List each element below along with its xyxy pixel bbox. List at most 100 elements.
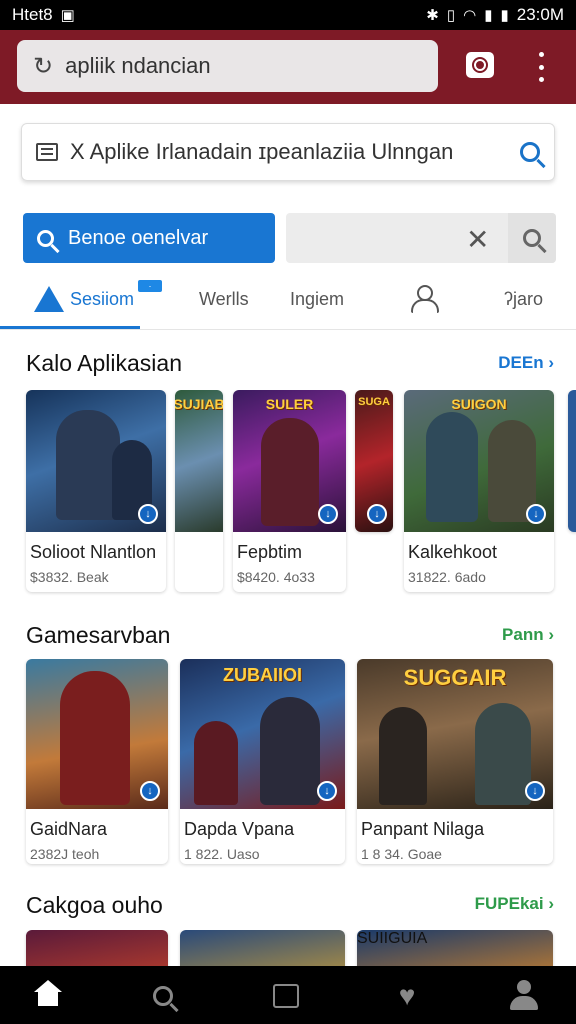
app-artwork: SUJIAB <box>175 390 223 532</box>
search-icon[interactable] <box>520 142 540 162</box>
app-artwork: SUIGON ↓ <box>404 390 554 532</box>
app-logo: SUIGON <box>451 396 507 412</box>
photo-icon: ▣ <box>60 7 75 24</box>
section-title: Kalo Aplikasian <box>26 350 182 376</box>
profile-icon[interactable] <box>506 978 542 1014</box>
app-search-field[interactable]: X Aplike Irlanadain ɪpeanlaziia Ulnngan <box>21 123 555 181</box>
category-card[interactable] <box>180 930 345 966</box>
search-action-label: Benoe oenelvar <box>68 226 209 249</box>
search-icon <box>523 229 541 247</box>
section-more-link[interactable]: Pann › <box>502 625 554 645</box>
app-search-text: X Aplike Irlanadain ɪpeanlaziia Ulnngan <box>70 139 454 164</box>
search-action-button[interactable]: Benoe oenelvar <box>23 213 275 263</box>
store-nav-button[interactable] <box>268 978 304 1014</box>
app-name: Fepbtim <box>237 542 303 562</box>
tab-badge: · <box>138 280 162 292</box>
category-card[interactable] <box>26 930 168 966</box>
secondary-search-input[interactable]: ✕ <box>286 213 556 263</box>
app-row: ↓ Solioot Nlantlon $3832. Beak SUJIAB SU… <box>0 390 576 600</box>
game-logo: SUGGAIR <box>403 665 507 690</box>
tab-account[interactable] <box>410 270 439 328</box>
tab-label: Werlls <box>199 288 249 309</box>
app-card[interactable]: SUIGON ↓ Kalkehkoot 31822. 6ado <box>404 390 554 592</box>
search-icon <box>153 986 173 1006</box>
category-tabs: Sesiiom Werlls Ingiem ʔjaro <box>0 270 576 330</box>
game-artwork: ↓ <box>26 659 168 809</box>
tab-werlls[interactable]: Werlls <box>199 270 249 328</box>
store-icon <box>273 984 299 1008</box>
app-card[interactable]: ↓ Solioot Nlantlon $3832. Beak <box>26 390 166 592</box>
section-more-link[interactable]: FUPEkai › <box>475 894 554 914</box>
clear-icon[interactable]: ✕ <box>466 223 489 256</box>
tab-ingiem[interactable]: Ingiem <box>290 270 344 328</box>
person-icon <box>410 285 439 313</box>
game-row: ↓ GaidNara 2382J teoh ZUBAIIOI ↓ Dapda V… <box>0 659 576 869</box>
install-badge-icon: ↓ <box>317 781 337 801</box>
tab-label: Sesiiom <box>70 288 135 309</box>
bluetooth-icon: ✱ <box>426 7 439 24</box>
app-artwork: SUGA ↓ <box>355 390 393 532</box>
app-card[interactable]: SULER ↓ Fepbtim $8420. 4o33 <box>233 390 346 592</box>
bottom-navigation: ♥ <box>0 966 576 1024</box>
game-card[interactable]: ZUBAIIOI ↓ Dapda Vpana 1 822. Uaso <box>180 659 345 864</box>
section-more-link[interactable]: DEEn › <box>498 353 554 373</box>
game-name: GaidNara <box>30 819 108 839</box>
secondary-search-button[interactable] <box>508 213 556 263</box>
install-badge-icon: ↓ <box>318 504 338 524</box>
store-logo-icon <box>34 286 64 312</box>
install-badge-icon: ↓ <box>525 781 545 801</box>
app-logo: SULER <box>265 396 314 412</box>
home-icon[interactable] <box>30 978 66 1014</box>
app-logo: SUJIAB <box>175 396 223 412</box>
game-artwork: SUGGAIR ↓ <box>357 659 553 809</box>
address-text: apliik ndancian <box>65 53 211 78</box>
status-bar: Htet8 ▣ ✱ ▯ ◠ ▮ ▮ 23:0M <box>0 0 576 30</box>
tab-sesiiom[interactable]: Sesiiom <box>34 270 134 328</box>
game-meta: 1 822. Uaso <box>184 846 260 862</box>
tab-label: Ingiem <box>290 288 345 309</box>
wifi-icon: ◠ <box>463 7 477 24</box>
tab-label: ʔjaro <box>504 288 544 309</box>
category-row: SUIIGUIA <box>0 930 576 966</box>
reload-icon[interactable]: ↻ <box>33 52 53 81</box>
vibrate-icon: ▯ <box>446 7 456 24</box>
game-artwork: ZUBAIIOI ↓ <box>180 659 345 809</box>
category-logo: SUIIGUIA <box>357 930 428 947</box>
section-more-label: Pann <box>502 625 544 644</box>
app-card-partial[interactable] <box>568 390 576 532</box>
signal-icon: ▮ <box>484 7 493 24</box>
section-more-label: DEEn <box>498 353 544 372</box>
search-nav-button[interactable] <box>145 978 181 1014</box>
game-name: Dapda Vpana <box>184 819 295 839</box>
game-name: Panpant Nilaga <box>361 819 485 839</box>
favorites-nav-button[interactable]: ♥ <box>389 978 425 1014</box>
clock: 23:0M <box>516 5 564 24</box>
app-meta: $8420. 4o33 <box>237 569 315 585</box>
install-badge-icon: ↓ <box>526 504 546 524</box>
camera-icon[interactable] <box>466 52 494 78</box>
app-logo: SUGA <box>358 396 390 408</box>
section-more-label: FUPEkai <box>474 894 544 913</box>
category-card[interactable]: SUIIGUIA <box>357 930 553 966</box>
app-card[interactable]: SUGA ↓ <box>355 390 393 532</box>
address-bar[interactable]: ↻ apliik ndancian <box>17 40 438 92</box>
game-logo: ZUBAIIOI <box>223 665 302 685</box>
install-badge-icon: ↓ <box>367 504 387 524</box>
game-card[interactable]: ↓ GaidNara 2382J teoh <box>26 659 168 864</box>
game-meta: 1 8 34. Goae <box>361 846 442 862</box>
game-card[interactable]: SUGGAIR ↓ Panpant Nilaga 1 8 34. Goae <box>357 659 553 864</box>
more-options-icon[interactable] <box>534 52 548 82</box>
search-icon <box>37 229 54 247</box>
app-card[interactable]: SUJIAB <box>175 390 223 592</box>
app-name: Kalkehkoot <box>408 542 498 562</box>
install-badge-icon: ↓ <box>140 781 160 801</box>
carrier-label: Htet8 <box>12 5 53 24</box>
app-name: Solioot Nlantlon <box>30 542 157 562</box>
active-tab-indicator <box>0 326 140 329</box>
tab-jaro[interactable]: ʔjaro <box>504 270 543 328</box>
document-icon <box>36 143 58 161</box>
game-meta: 2382J teoh <box>30 846 100 862</box>
section-title: Cakgoa ouho <box>26 892 163 918</box>
section-title: Gamesarvban <box>26 622 171 648</box>
heart-icon: ♥ <box>398 980 416 1011</box>
